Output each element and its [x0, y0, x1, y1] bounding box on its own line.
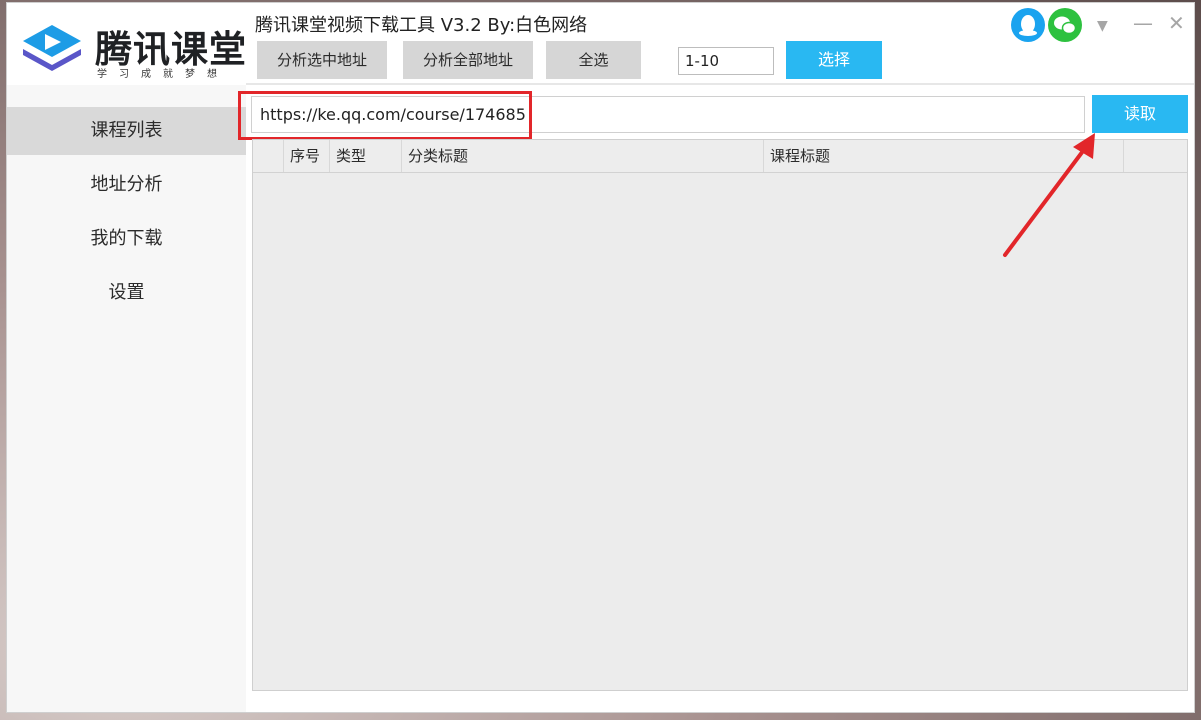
- range-input[interactable]: [678, 47, 774, 75]
- qq-penguin-glyph: [1019, 15, 1037, 36]
- header-category-title[interactable]: 分类标题: [401, 140, 763, 172]
- toolbar-divider: [246, 83, 1194, 85]
- select-all-button[interactable]: 全选: [546, 41, 641, 79]
- header-index[interactable]: 序号: [283, 140, 329, 172]
- dropdown-icon[interactable]: ▼: [1097, 16, 1108, 36]
- analyze-selected-button[interactable]: 分析选中地址: [257, 41, 387, 79]
- header-checkbox-column[interactable]: [253, 140, 283, 172]
- logo: 腾讯课堂 学习成就梦想: [19, 17, 246, 81]
- logo-slogan: 学习成就梦想: [97, 69, 229, 80]
- wechat-bubbles-glyph: [1054, 16, 1077, 35]
- wechat-icon[interactable]: [1048, 8, 1082, 42]
- app-window: 腾讯课堂 学习成就梦想 腾讯课堂视频下载工具 V3.2 By:白色网络 分析选中…: [6, 2, 1195, 713]
- sidebar-item-settings[interactable]: 设置: [7, 269, 246, 317]
- sidebar-item-course-list[interactable]: 课程列表: [7, 107, 246, 155]
- sidebar-item-my-downloads[interactable]: 我的下载: [7, 215, 246, 263]
- qq-icon[interactable]: [1011, 8, 1045, 42]
- sidebar: 课程列表 地址分析 我的下载 设置: [7, 85, 246, 712]
- close-icon[interactable]: ✕: [1168, 13, 1185, 33]
- header-type[interactable]: 类型: [329, 140, 401, 172]
- course-url-input[interactable]: [251, 96, 1085, 133]
- window-title: 腾讯课堂视频下载工具 V3.2 By:白色网络: [255, 15, 588, 36]
- select-range-button[interactable]: 选择: [786, 41, 882, 79]
- minimize-icon[interactable]: —: [1133, 13, 1153, 33]
- sidebar-item-address-analysis[interactable]: 地址分析: [7, 161, 246, 209]
- tencent-classroom-logo-icon: [23, 25, 81, 71]
- red-arrow-annotation-icon: [1003, 133, 1095, 257]
- header-spare-column[interactable]: [1123, 140, 1187, 172]
- analyze-all-button[interactable]: 分析全部地址: [403, 41, 533, 79]
